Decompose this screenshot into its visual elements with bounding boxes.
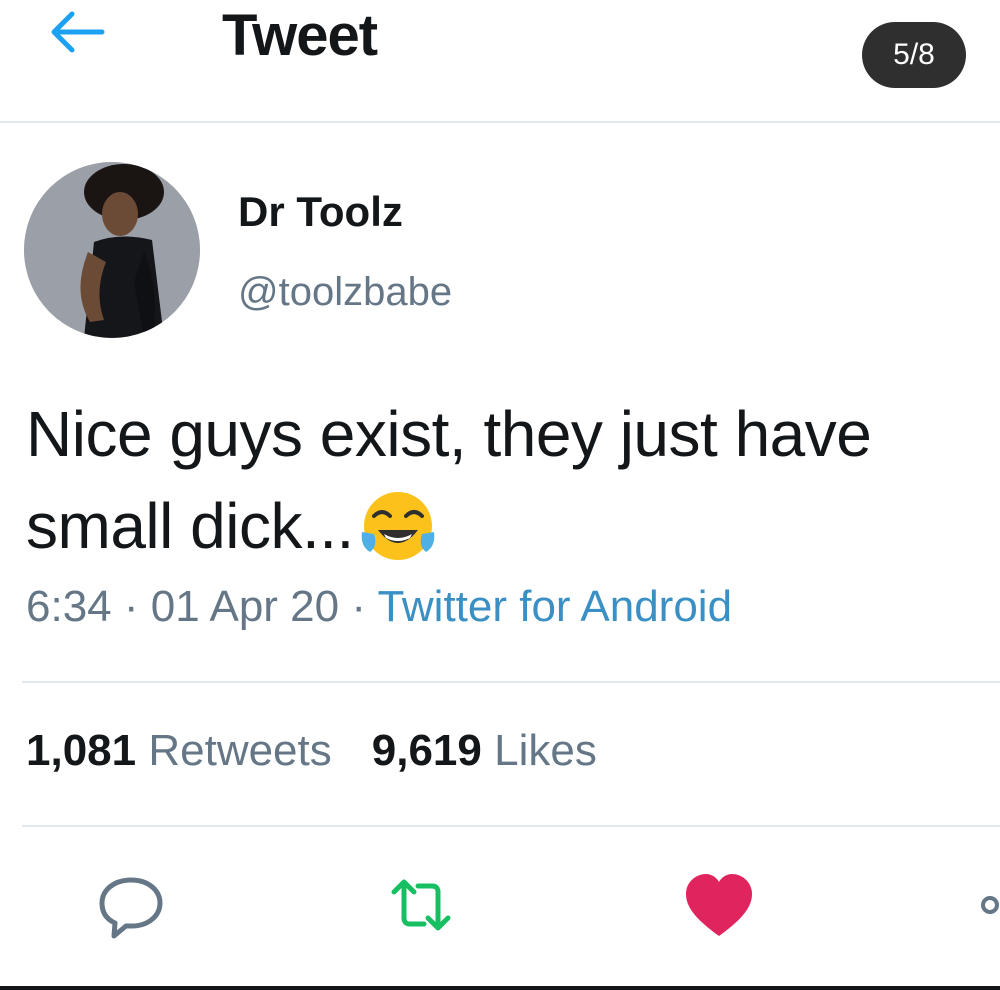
image-counter-badge: 5/8: [862, 22, 966, 88]
likes-stat[interactable]: 9,619 Likes: [372, 726, 597, 775]
share-icon[interactable]: [974, 870, 1000, 940]
bottom-divider: [0, 986, 1000, 990]
retweet-icon[interactable]: [386, 870, 456, 940]
reply-icon[interactable]: [96, 870, 166, 940]
like-heart-icon[interactable]: [684, 872, 754, 942]
likes-count: 9,619: [371, 726, 482, 775]
top-bar: Tweet 5/8: [0, 0, 1000, 122]
tweet-stats: 1,081 Retweets 9,619 Likes: [26, 726, 597, 776]
retweets-label: Retweets: [148, 726, 332, 775]
header-divider: [0, 121, 1000, 123]
back-arrow-icon[interactable]: [46, 8, 106, 56]
avatar-photo: [24, 162, 200, 338]
stats-divider: [22, 825, 1000, 827]
likes-label: Likes: [494, 726, 597, 775]
avatar[interactable]: [24, 162, 200, 338]
meta-separator-2: ·: [339, 582, 378, 631]
retweets-stat[interactable]: 1,081 Retweets: [26, 726, 332, 775]
tweet-time: 6:34: [26, 582, 112, 631]
tweet-meta: 6:34 · 01 Apr 20 · Twitter for Android: [26, 582, 732, 632]
tweet-text-line-2-text: small dick...: [26, 490, 354, 562]
tweet-text-line-2: small dick...: [26, 480, 986, 572]
display-name[interactable]: Dr Toolz: [238, 188, 403, 236]
meta-divider: [22, 681, 1000, 683]
user-handle[interactable]: @toolzbabe: [238, 270, 452, 315]
face-with-tears-of-joy-icon: [361, 492, 435, 560]
tweet-text: Nice guys exist, they just have small di…: [26, 388, 986, 572]
page-title: Tweet: [222, 3, 378, 68]
tweet-source-link[interactable]: Twitter for Android: [377, 582, 732, 631]
tweet-date: 01 Apr 20: [150, 582, 340, 631]
tweet-text-line-1: Nice guys exist, they just have: [26, 398, 872, 470]
retweets-count: 1,081: [26, 726, 137, 775]
meta-separator: ·: [111, 582, 151, 631]
